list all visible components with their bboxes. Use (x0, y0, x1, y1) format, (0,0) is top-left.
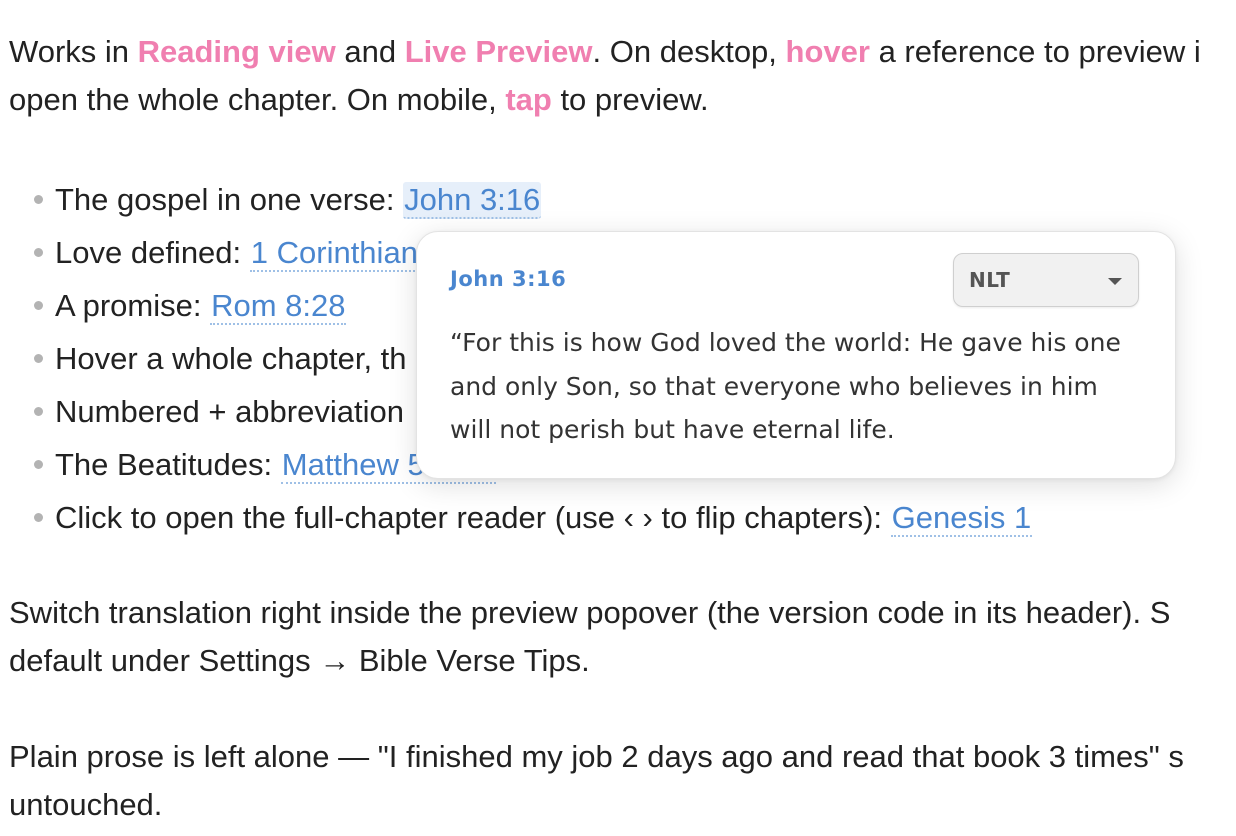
list-item: The gospel in one verse: John 3:16 (9, 173, 1032, 226)
list-item-text: Love defined: (55, 235, 250, 270)
bullet-icon (34, 460, 43, 469)
intro-text: open the whole chapter. On mobile, (9, 82, 506, 117)
bullet-icon (34, 248, 43, 257)
paragraph-line: default under Settings → Bible Verse Tip… (9, 643, 590, 678)
intro-text: . On desktop, (592, 34, 786, 69)
intro-line-2: open the whole chapter. On mobile, tap t… (9, 76, 1201, 124)
list-item-text: Click to open the full-chapter reader (u… (55, 500, 891, 535)
highlight-live-preview: Live Preview (404, 34, 593, 69)
translation-paragraph: Switch translation right inside the prev… (9, 589, 1170, 685)
chapter-reference-link[interactable]: Genesis 1 (890, 500, 1033, 537)
list-item: Click to open the full-chapter reader (u… (9, 491, 1033, 544)
verse-line: will not perish but have eternal life. (450, 415, 895, 444)
list-item-text: A promise: (55, 288, 211, 323)
paragraph-line: Plain prose is left alone — "I finished … (9, 739, 1184, 774)
translation-select[interactable]: NLT (953, 253, 1139, 307)
paragraph-line: Switch translation right inside the prev… (9, 595, 1171, 630)
intro-text: and (335, 34, 405, 69)
popover-reference-title: John 3:16 (450, 267, 567, 291)
list-item-text: The Beatitudes: (55, 447, 281, 482)
plain-prose-paragraph: Plain prose is left alone — "I finished … (9, 733, 1184, 829)
list-item-text: Numbered + abbreviation (55, 394, 404, 429)
verse-reference-link[interactable]: Rom 8:28 (210, 288, 347, 325)
verse-line: and only Son, so that everyone who belie… (450, 371, 1098, 401)
list-item-text: The gospel in one verse: (55, 182, 404, 217)
paragraph-line: untouched. (9, 787, 163, 822)
verse-line: “For this is how God loved the world: He… (450, 328, 1121, 357)
verse-text: “For this is how God loved the world: He… (450, 321, 1150, 452)
highlight-hover: hover (785, 34, 870, 69)
intro-text: to preview. (551, 82, 709, 117)
list-item-text: Hover a whole chapter, th (55, 341, 407, 376)
verse-preview-popover: John 3:16 NLT “For this is how God loved… (416, 231, 1176, 479)
verse-reference-link[interactable]: John 3:16 (403, 182, 542, 219)
intro-paragraph: Works in Reading view and Live Preview. … (9, 28, 1201, 124)
intro-line-1: Works in Reading view and Live Preview. … (9, 28, 1201, 76)
bullet-icon (34, 354, 43, 363)
intro-text: Works in (9, 34, 138, 69)
bullet-icon (34, 407, 43, 416)
bullet-icon (34, 513, 43, 522)
highlight-reading-view: Reading view (137, 34, 336, 69)
chevron-down-icon (1108, 278, 1122, 285)
highlight-tap: tap (505, 82, 552, 117)
bullet-icon (34, 195, 43, 204)
bullet-icon (34, 301, 43, 310)
translation-select-value: NLT (969, 268, 1011, 292)
intro-text: a reference to preview i (869, 34, 1201, 69)
